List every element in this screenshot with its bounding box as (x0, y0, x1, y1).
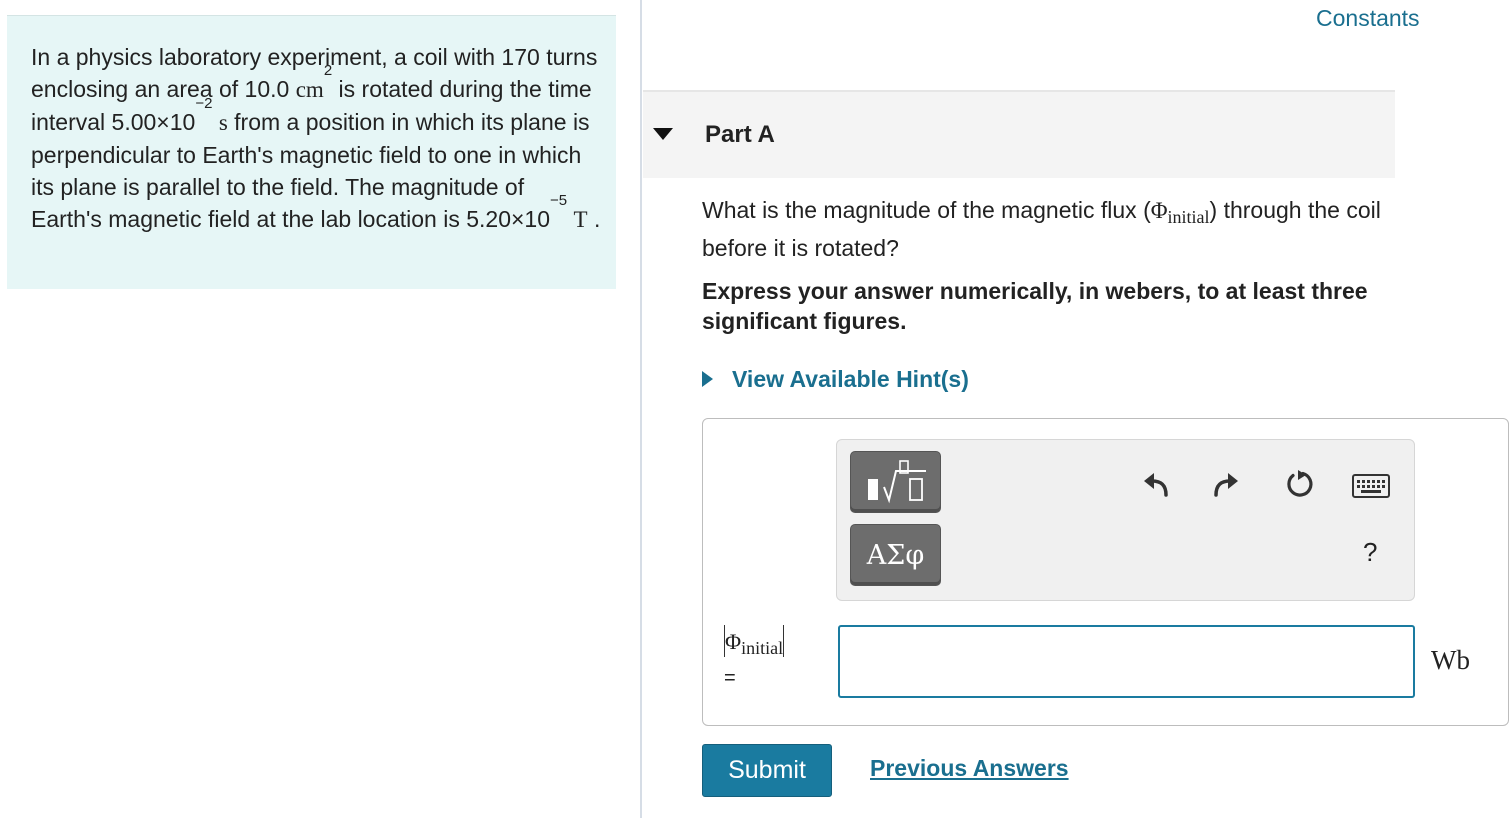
reset-button[interactable] (1284, 468, 1316, 500)
problem-text-4: . (587, 206, 601, 232)
previous-answers-link[interactable]: Previous Answers (870, 755, 1069, 782)
flux-subscript: initial (1167, 207, 1210, 227)
redo-icon (1214, 473, 1238, 497)
problem-panel: In a physics laboratory experiment, a co… (7, 15, 616, 289)
templates-button[interactable] (850, 451, 941, 513)
templates-icon (867, 460, 926, 504)
view-hints-toggle[interactable]: View Available Hint(s) (702, 364, 969, 394)
equals-sign: = (724, 667, 736, 689)
unit-cm: cm (295, 77, 324, 102)
question-text: What is the magnitude of the magnetic fl… (702, 195, 1382, 264)
question-text-before: What is the magnitude of the magnetic fl… (702, 197, 1151, 223)
answer-flux-subscript: initial (741, 638, 784, 658)
redo-button[interactable] (1210, 468, 1242, 500)
undo-icon (1144, 473, 1168, 497)
constants-link[interactable]: Constants (1316, 5, 1420, 32)
answer-instruction: Express your answer numerically, in webe… (702, 278, 1368, 334)
answer-flux-symbol: Φ (725, 629, 742, 654)
part-a-header[interactable]: Part A (643, 90, 1395, 178)
unit-label: Wb (1431, 645, 1470, 675)
answer-input[interactable] (838, 625, 1415, 698)
part-title: Part A (705, 121, 775, 148)
exponent-neg5: −5 (550, 192, 568, 209)
unit-T: T (573, 207, 588, 232)
greek-symbols-button[interactable]: ΑΣφ (850, 524, 941, 586)
unit-s: s (218, 110, 228, 135)
hint-label: View Available Hint(s) (732, 365, 969, 392)
undo-button[interactable] (1140, 468, 1172, 500)
expand-caret-icon (702, 371, 713, 387)
problem-statement: In a physics laboratory experiment, a co… (31, 41, 601, 236)
panel-divider (640, 0, 642, 818)
abs-bar-right (783, 625, 785, 657)
help-button[interactable]: ? (1363, 537, 1377, 568)
collapse-caret-icon[interactable] (653, 128, 673, 140)
flux-symbol: Φ (1150, 198, 1168, 223)
reset-icon (1287, 470, 1313, 497)
exponent-2: 2 (323, 62, 333, 79)
exponent-neg2: −2 (195, 95, 213, 112)
answer-label: Φinitial = (724, 625, 785, 689)
keyboard-icon (1352, 474, 1390, 498)
keyboard-button[interactable] (1352, 474, 1390, 498)
submit-button[interactable]: Submit (702, 744, 832, 797)
